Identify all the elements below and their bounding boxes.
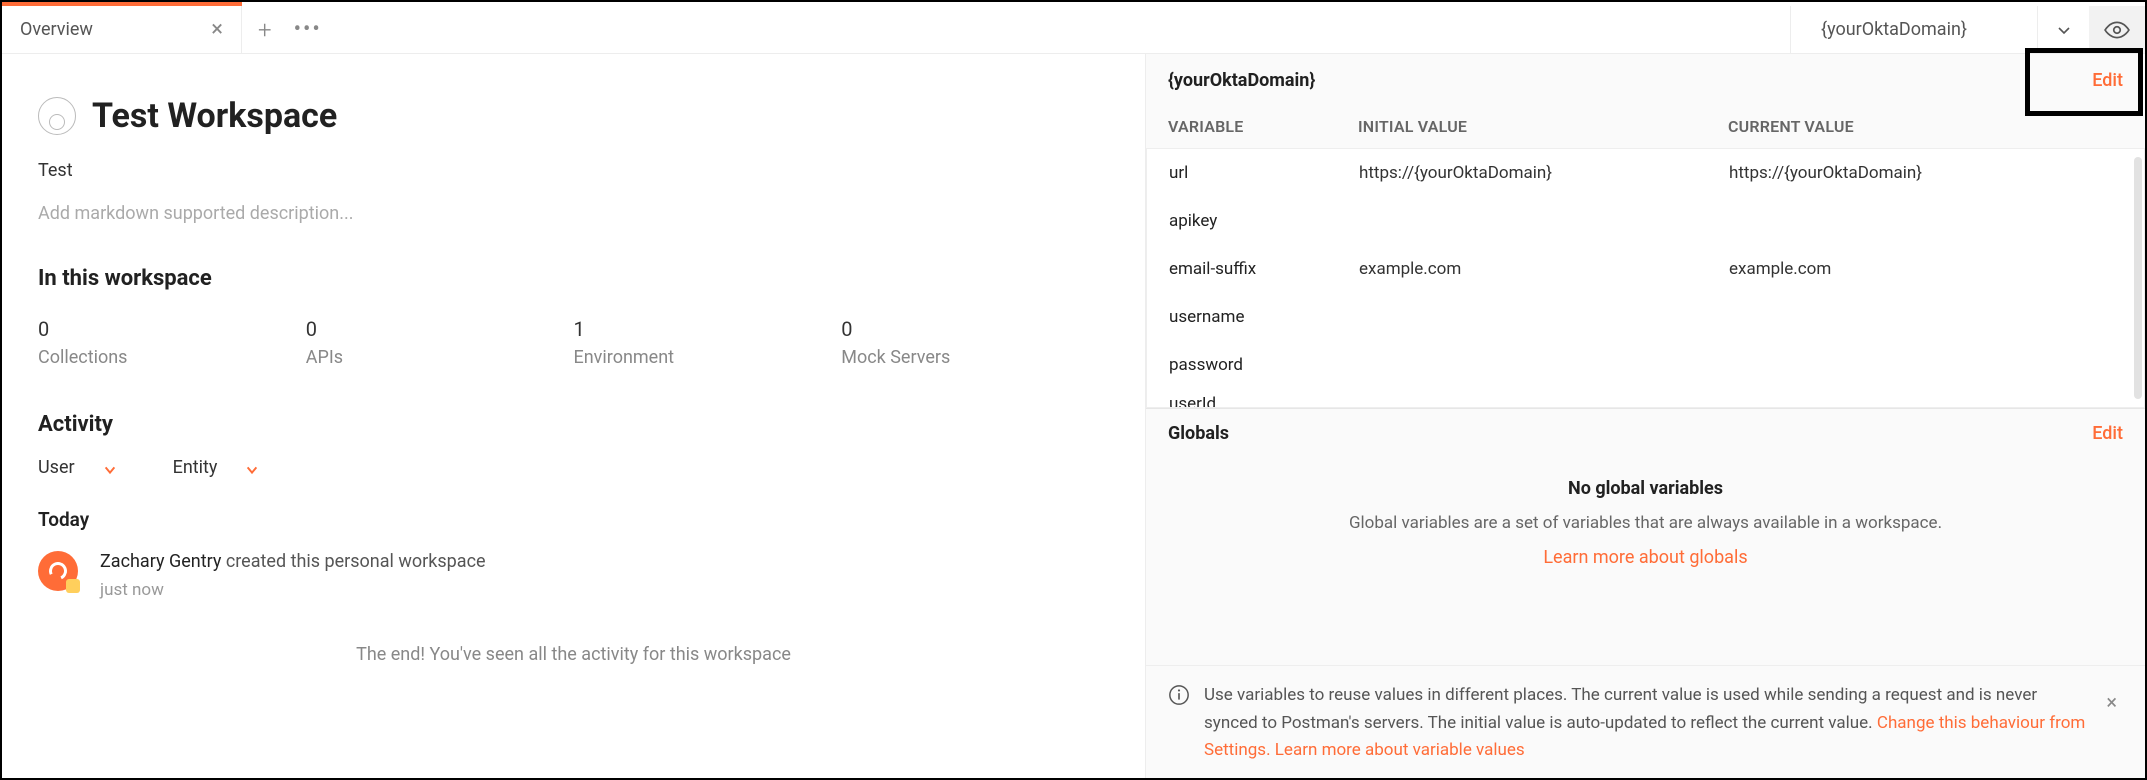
var-name: email-suffix — [1169, 259, 1359, 279]
var-name: password — [1169, 355, 1359, 375]
tab-actions: + ••• — [242, 6, 338, 53]
workspace-stats: 0 Collections 0 APIs 1 Environment 0 Moc… — [38, 317, 1109, 368]
globals-title: Globals — [1168, 423, 1229, 444]
filter-entity[interactable]: Entity — [173, 457, 260, 478]
environment-quicklook-button[interactable] — [2089, 6, 2145, 53]
stat-label: Mock Servers — [841, 347, 1109, 368]
stat-count: 0 — [38, 317, 306, 341]
info-icon — [1168, 684, 1190, 706]
tip-text: Use variables to reuse values in differe… — [1204, 682, 2086, 764]
col-initial: INITIAL VALUE — [1358, 117, 1728, 136]
table-row: username — [1169, 293, 2122, 341]
table-row: url https://{yourOktaDomain} https://{yo… — [1169, 149, 2122, 197]
var-current: https://{yourOktaDomain} — [1729, 163, 2122, 183]
env-edit-link[interactable]: Edit — [2092, 70, 2123, 91]
env-panel-name: {yourOktaDomain} — [1168, 70, 1315, 91]
var-name: apikey — [1169, 211, 1359, 231]
filter-label: User — [38, 457, 75, 478]
globals-empty-title: No global variables — [1168, 478, 2123, 499]
activity-heading: Activity — [38, 412, 1109, 437]
activity-time: just now — [100, 580, 486, 600]
stat-mock-servers[interactable]: 0 Mock Servers — [841, 317, 1109, 368]
tab-label: Overview — [20, 19, 197, 40]
chevron-down-icon — [103, 461, 117, 475]
plus-icon[interactable]: + — [258, 16, 272, 44]
table-row: password — [1169, 341, 2122, 389]
workspace-description-placeholder[interactable]: Add markdown supported description... — [38, 203, 1109, 224]
filter-user[interactable]: User — [38, 457, 117, 478]
stat-collections[interactable]: 0 Collections — [38, 317, 306, 368]
var-name: username — [1169, 307, 1359, 327]
environment-dropdown-button[interactable] — [2037, 6, 2089, 53]
table-row: apikey — [1169, 197, 2122, 245]
col-current: CURRENT VALUE — [1728, 117, 2123, 136]
activity-end: The end! You've seen all the activity fo… — [38, 644, 1109, 665]
tab-bar: Overview × + ••• {yourOktaDomain} — [2, 6, 2145, 54]
var-initial: https://{yourOktaDomain} — [1359, 163, 1729, 183]
activity-user: Zachary Gentry — [100, 551, 221, 572]
stat-count: 1 — [574, 317, 842, 341]
stat-label: Collections — [38, 347, 306, 368]
var-name: userId — [1169, 394, 1359, 408]
eye-icon — [2104, 17, 2130, 43]
environment-selector[interactable]: {yourOktaDomain} — [1790, 6, 2037, 53]
activity-group-today: Today — [38, 508, 1109, 531]
var-initial: example.com — [1359, 259, 1729, 279]
table-row: userId — [1169, 389, 2122, 408]
var-current: example.com — [1729, 259, 2122, 279]
workspace-type-icon — [38, 97, 76, 135]
workspace-title: Test Workspace — [92, 96, 337, 136]
avatar[interactable] — [38, 551, 78, 591]
col-variable: VARIABLE — [1168, 117, 1358, 136]
section-in-this-workspace: In this workspace — [38, 266, 1109, 291]
var-table-head: VARIABLE INITIAL VALUE CURRENT VALUE — [1168, 117, 2123, 136]
workspace-subtitle: Test — [38, 160, 1109, 181]
tip-learn-link[interactable]: Learn more about variable values — [1271, 740, 1525, 760]
globals-panel: Globals Edit No global variables Global … — [1146, 408, 2145, 665]
environment-quicklook-panel: {yourOktaDomain} Edit VARIABLE INITIAL V… — [1145, 54, 2145, 778]
stat-label: APIs — [306, 347, 574, 368]
globals-edit-link[interactable]: Edit — [2092, 423, 2123, 444]
var-name: url — [1169, 163, 1359, 183]
stat-label: Environment — [574, 347, 842, 368]
stat-count: 0 — [841, 317, 1109, 341]
more-icon[interactable]: ••• — [294, 17, 322, 42]
tab-overview[interactable]: Overview × — [2, 6, 242, 53]
activity-action: created this personal workspace — [221, 551, 485, 572]
activity-item: Zachary Gentry created this personal wor… — [38, 551, 1109, 600]
stat-count: 0 — [306, 317, 574, 341]
filter-label: Entity — [173, 457, 218, 478]
stat-apis[interactable]: 0 APIs — [306, 317, 574, 368]
globals-empty-sub: Global variables are a set of variables … — [1326, 511, 1966, 537]
activity-text: Zachary Gentry created this personal wor… — [100, 551, 486, 572]
table-row: email-suffix example.com example.com — [1169, 245, 2122, 293]
var-table-body: url https://{yourOktaDomain} https://{yo… — [1146, 148, 2145, 408]
close-icon[interactable]: × — [2100, 682, 2123, 722]
tip-banner: Use variables to reuse values in differe… — [1146, 665, 2145, 778]
chevron-down-icon — [2056, 22, 2072, 38]
globals-learn-more-link[interactable]: Learn more about globals — [1543, 547, 1747, 568]
environment-selector-label: {yourOktaDomain} — [1821, 19, 1967, 40]
stat-environment[interactable]: 1 Environment — [574, 317, 842, 368]
workspace-overview: Test Workspace Test Add markdown support… — [2, 54, 1145, 778]
close-icon[interactable]: × — [211, 17, 223, 42]
chevron-down-icon — [245, 461, 259, 475]
scrollbar[interactable] — [2134, 157, 2142, 399]
